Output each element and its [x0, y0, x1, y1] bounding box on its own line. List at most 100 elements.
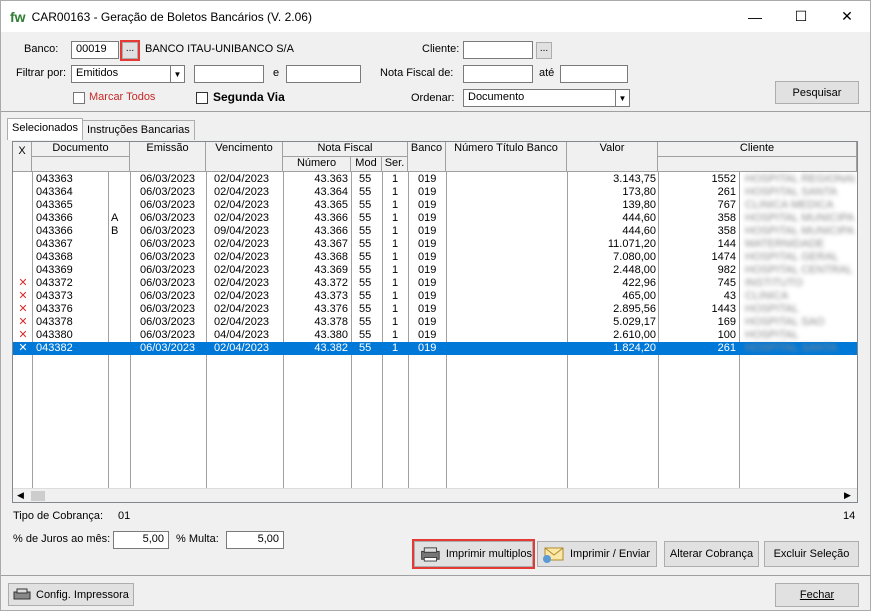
maximize-button[interactable]: ☐ — [778, 1, 824, 32]
cell-suf — [111, 173, 127, 186]
horizontal-scrollbar[interactable]: ◀ ▶ — [13, 488, 857, 502]
config-impressora-button[interactable]: Config. Impressora — [8, 583, 134, 606]
cell-ser: 1 — [392, 251, 399, 263]
table-row[interactable]: 043366 A 06/03/2023 02/04/2023 43.366 55 1 019 4… — [13, 212, 857, 225]
table-row[interactable]: 043367 06/03/2023 02/04/2023 43.367 55 1 019 11… — [13, 238, 857, 251]
cell-num: 43.365 — [314, 199, 348, 211]
table-row[interactable]: ✕ 043372 06/03/2023 02/04/2023 43.372 55 1 019 4… — [13, 277, 857, 290]
juros-field[interactable]: 5,00 — [113, 531, 169, 549]
cell-nome: HOSPITAL CENTRAL — [745, 264, 853, 276]
minimize-button[interactable]: — — [732, 1, 778, 32]
excluir-selecao-button[interactable]: Excluir Seleção — [764, 541, 859, 567]
cell-titulo — [449, 342, 564, 355]
header-cliente[interactable]: Cliente — [658, 142, 857, 157]
cell-emissao: 06/03/2023 — [140, 342, 196, 354]
cell-num: 43.382 — [314, 342, 348, 354]
cell-x — [16, 212, 30, 225]
cell-mod: 55 — [359, 316, 372, 328]
cell-ser: 1 — [392, 329, 399, 341]
header-mod[interactable]: Mod — [351, 157, 382, 172]
banco-code-field[interactable]: 00019 — [71, 41, 119, 59]
cliente-lookup-button[interactable]: ... — [536, 42, 552, 59]
fechar-button[interactable]: Fechar — [775, 583, 859, 607]
cell-suf: B — [111, 225, 119, 237]
cell-titulo — [449, 277, 564, 290]
header-emissao[interactable]: Emissão — [130, 142, 206, 172]
filtrar-to-field[interactable] — [286, 65, 361, 83]
cliente-label: Cliente: — [422, 43, 460, 55]
table-row[interactable]: 043364 06/03/2023 02/04/2023 43.364 55 1 019 17… — [13, 186, 857, 199]
multa-field[interactable]: 5,00 — [226, 531, 284, 549]
header-numero-titulo[interactable]: Número Título Banco — [446, 142, 567, 172]
scroll-right-icon[interactable]: ▶ — [844, 490, 851, 501]
marcar-todos-checkbox[interactable] — [73, 92, 85, 104]
cell-venc: 04/04/2023 — [214, 329, 270, 341]
cell-ser: 1 — [392, 186, 399, 198]
table-row[interactable]: ✕ 043376 06/03/2023 02/04/2023 43.376 55 1 019 2… — [13, 303, 857, 316]
cell-doc: 043364 — [36, 186, 73, 198]
cell-nome: HOSPITAL SANTA — [745, 186, 838, 198]
cell-ser: 1 — [392, 264, 399, 276]
header-banco[interactable]: Banco — [408, 142, 446, 172]
table-row[interactable]: 043369 06/03/2023 02/04/2023 43.369 55 1 019 2.… — [13, 264, 857, 277]
cell-x — [16, 251, 30, 264]
table-row[interactable]: ✕ 043382 06/03/2023 02/04/2023 43.382 55 1 019 1… — [13, 342, 857, 355]
tab-selecionados[interactable]: Selecionados — [7, 118, 84, 140]
scroll-left-icon[interactable]: ◀ — [17, 490, 24, 501]
cell-x: ✕ — [18, 303, 28, 315]
cell-num: 43.367 — [314, 238, 348, 250]
cell-nome: HOSPITAL — [745, 329, 799, 341]
tab-instrucoes-bancarias[interactable]: Instruções Bancarias — [82, 120, 195, 140]
header-ser[interactable]: Ser. — [382, 157, 408, 172]
cliente-field[interactable] — [463, 41, 533, 59]
header-x[interactable]: X — [13, 142, 32, 172]
imprimir-enviar-button[interactable]: Imprimir / Enviar — [537, 541, 657, 567]
cell-nome: HOSPITAL MUNICIPAL — [745, 225, 855, 237]
header-nota-fiscal[interactable]: Nota Fiscal — [283, 142, 408, 157]
cell-x: ✕ — [18, 329, 28, 341]
table-row[interactable]: 043368 06/03/2023 02/04/2023 43.368 55 1 019 7.… — [13, 251, 857, 264]
table-row[interactable]: ✕ 043378 06/03/2023 02/04/2023 43.378 55 1 019 5… — [13, 316, 857, 329]
close-button[interactable]: ✕ — [824, 1, 870, 32]
ordenar-label: Ordenar: — [411, 92, 455, 104]
segunda-via-checkbox[interactable] — [196, 92, 208, 104]
cell-num: 43.372 — [314, 277, 348, 289]
banco-lookup-button[interactable]: ... — [120, 40, 140, 61]
cell-suf — [111, 264, 127, 277]
imprimir-multiplos-label: Imprimir multiplos — [445, 548, 532, 560]
alterar-cobranca-button[interactable]: Alterar Cobrança — [664, 541, 759, 567]
header-vencimento[interactable]: Vencimento — [206, 142, 283, 172]
scroll-thumb[interactable] — [31, 491, 45, 501]
chevron-down-icon[interactable]: ▼ — [615, 90, 629, 106]
cell-valor: 3.143,75 — [613, 173, 656, 185]
cell-mod: 55 — [359, 342, 372, 354]
filtrar-from-field[interactable] — [194, 65, 264, 83]
cell-num: 43.366 — [314, 212, 348, 224]
table-row[interactable]: ✕ 043380 06/03/2023 04/04/2023 43.380 55 1 019 2… — [13, 329, 857, 342]
header-numero[interactable]: Número — [283, 157, 351, 172]
cell-valor: 444,60 — [622, 225, 656, 237]
cell-banco: 019 — [418, 329, 437, 341]
table-row[interactable]: 043366 B 06/03/2023 09/04/2023 43.366 55 1 019 4… — [13, 225, 857, 238]
cell-cliente: 982 — [717, 264, 736, 276]
ordenar-select[interactable]: Documento ▼ — [463, 89, 630, 107]
cell-titulo — [449, 212, 564, 225]
nf-to-field[interactable] — [560, 65, 628, 83]
pesquisar-button[interactable]: Pesquisar — [775, 81, 859, 104]
cell-banco: 019 — [418, 251, 437, 263]
cell-cliente: 169 — [717, 316, 736, 328]
table-row[interactable]: ✕ 043373 06/03/2023 02/04/2023 43.373 55 1 019 4… — [13, 290, 857, 303]
cell-valor: 2.448,00 — [613, 264, 656, 276]
filtrar-select[interactable]: Emitidos ▼ — [71, 65, 185, 83]
header-valor[interactable]: Valor — [567, 142, 658, 172]
table-row[interactable]: 043365 06/03/2023 02/04/2023 43.365 55 1 019 13… — [13, 199, 857, 212]
nf-from-field[interactable] — [463, 65, 533, 83]
table-row[interactable]: 043363 06/03/2023 02/04/2023 43.363 55 1 019 3.… — [13, 173, 857, 186]
cell-venc: 02/04/2023 — [214, 303, 270, 315]
imprimir-multiplos-button[interactable]: Imprimir multiplos — [412, 539, 535, 569]
header-documento[interactable]: Documento — [32, 142, 130, 157]
cell-x — [16, 173, 30, 186]
chevron-down-icon[interactable]: ▼ — [170, 66, 184, 82]
nota-fiscal-label: Nota Fiscal de: — [380, 67, 454, 79]
cell-doc: 043367 — [36, 238, 73, 250]
